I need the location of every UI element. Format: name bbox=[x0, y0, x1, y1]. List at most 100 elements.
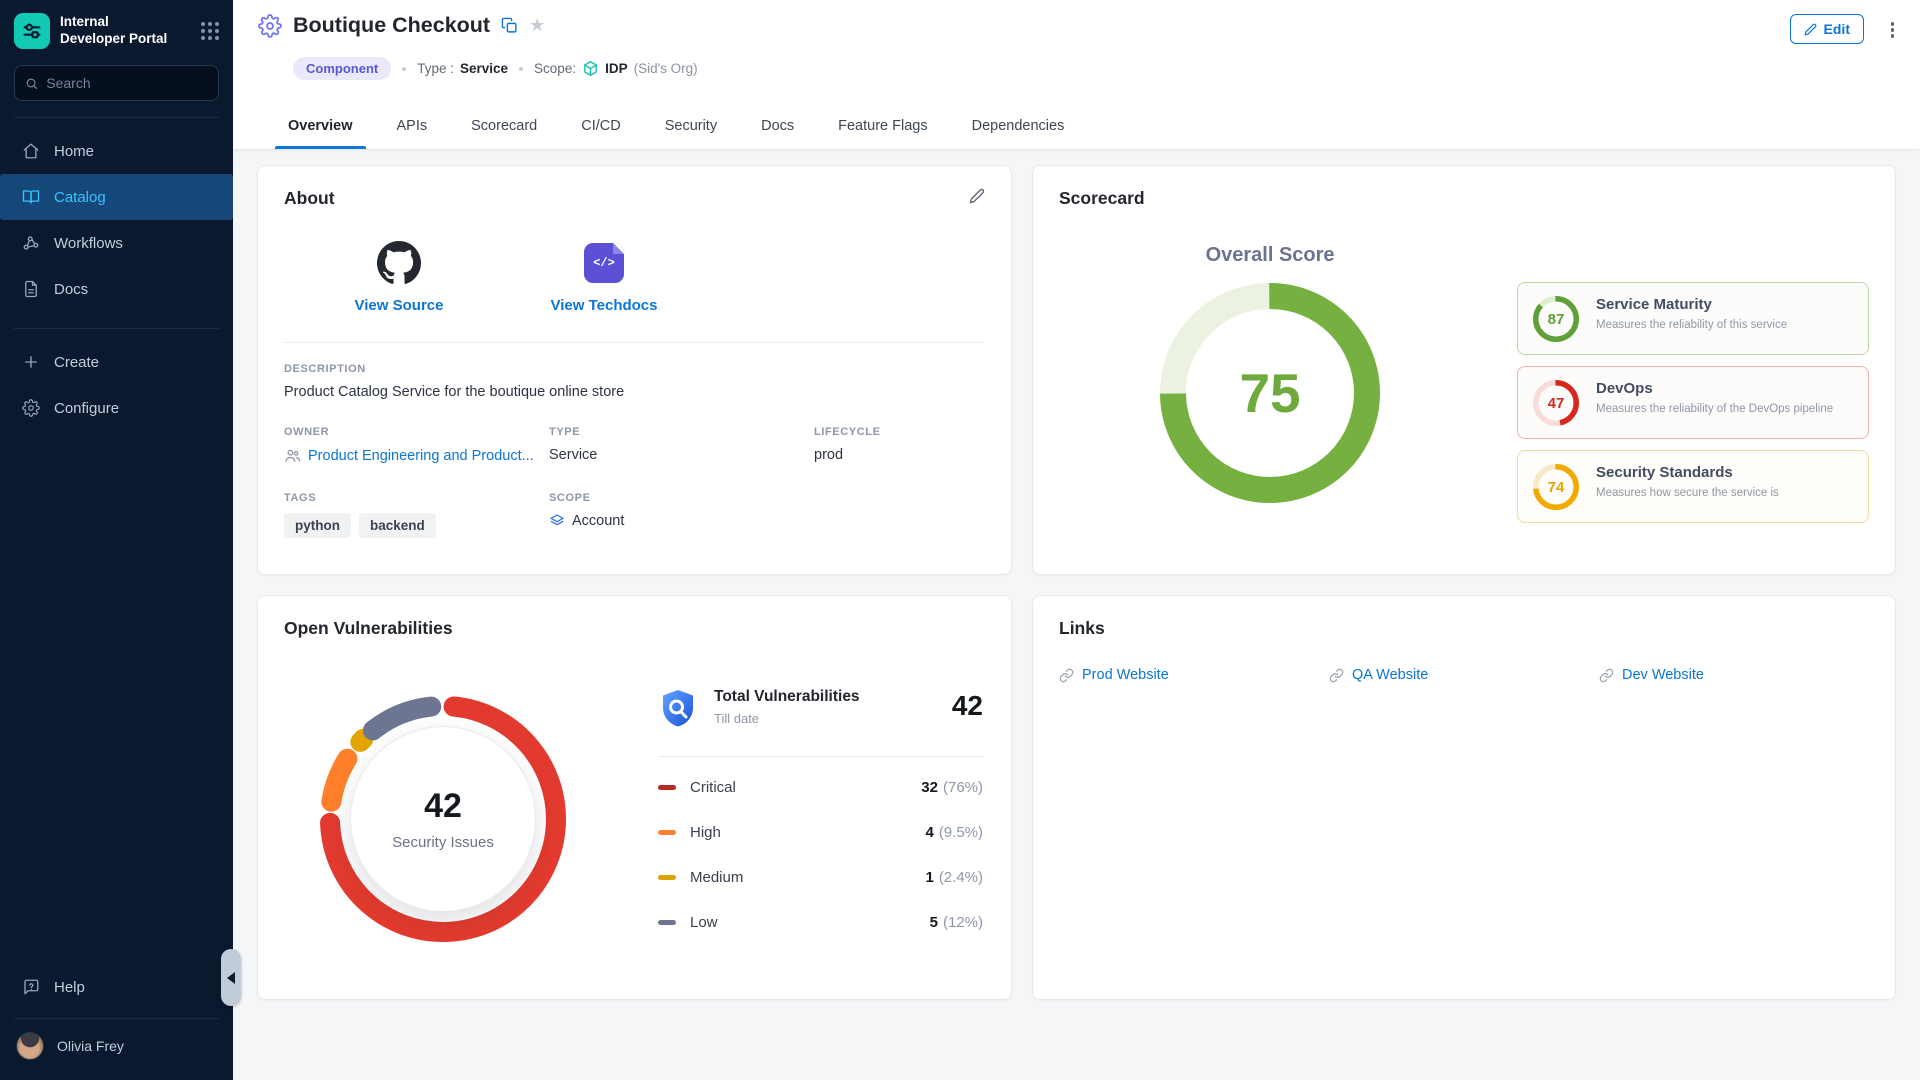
description-label: DESCRIPTION bbox=[284, 363, 985, 375]
link-icon bbox=[1599, 668, 1614, 683]
tab-cicd[interactable]: CI/CD bbox=[568, 105, 633, 149]
techdocs-icon: </> bbox=[584, 243, 624, 283]
total-vulnerabilities-title: Total Vulnerabilities bbox=[714, 688, 952, 706]
vuln-center-label: Security Issues bbox=[392, 834, 494, 851]
edit-about-icon[interactable] bbox=[969, 188, 985, 204]
link-dev-website[interactable]: Dev Website bbox=[1599, 667, 1869, 683]
vulnerabilities-title: Open Vulnerabilities bbox=[284, 618, 985, 639]
score-ring: 87 bbox=[1533, 296, 1579, 342]
scope-value: Account bbox=[549, 513, 814, 529]
overall-score-label: Overall Score bbox=[1033, 244, 1507, 267]
about-title: About bbox=[284, 188, 985, 209]
scorecard-title: Scorecard bbox=[1059, 188, 1869, 209]
sidebar-item-catalog[interactable]: Catalog bbox=[0, 174, 233, 220]
view-source-link[interactable]: View Source bbox=[334, 239, 464, 314]
tag-backend[interactable]: backend bbox=[359, 513, 436, 538]
type-value: Service bbox=[549, 447, 814, 463]
critical-dash-icon bbox=[658, 785, 676, 790]
edit-button[interactable]: Edit bbox=[1790, 14, 1864, 44]
links-card: Links Prod Website QA Website Dev Websit… bbox=[1032, 595, 1896, 1000]
tag-python[interactable]: python bbox=[284, 513, 351, 538]
pencil-icon bbox=[1804, 23, 1817, 36]
tab-docs[interactable]: Docs bbox=[748, 105, 807, 149]
app-logo-icon bbox=[14, 13, 50, 49]
app-switcher-icon[interactable] bbox=[201, 22, 219, 40]
user-name: Olivia Frey bbox=[57, 1038, 124, 1054]
search-input[interactable] bbox=[46, 75, 208, 91]
low-dash-icon bbox=[658, 920, 676, 925]
vuln-row-medium: Medium 1 (2.4%) bbox=[658, 855, 983, 900]
catalog-icon bbox=[22, 188, 40, 206]
vuln-row-high: High 4 (9.5%) bbox=[658, 810, 983, 855]
app-title: Internal Developer Portal bbox=[60, 14, 191, 48]
vuln-row-low: Low 5 (12%) bbox=[658, 900, 983, 945]
github-icon bbox=[377, 241, 421, 285]
layers-icon bbox=[549, 513, 565, 529]
type-label: TYPE bbox=[549, 426, 814, 438]
search-icon bbox=[25, 76, 38, 91]
total-vulnerabilities-value: 42 bbox=[952, 690, 983, 722]
home-icon bbox=[22, 142, 40, 160]
lifecycle-value: prod bbox=[814, 447, 985, 463]
copy-icon[interactable] bbox=[501, 17, 518, 34]
sidebar-item-workflows[interactable]: Workflows bbox=[0, 220, 233, 266]
sidebar-item-create[interactable]: Create bbox=[0, 339, 233, 385]
gear-icon bbox=[22, 399, 40, 417]
sidebar-item-home[interactable]: Home bbox=[0, 128, 233, 174]
tab-security[interactable]: Security bbox=[652, 105, 730, 149]
more-options-icon[interactable] bbox=[1889, 20, 1897, 40]
workflows-icon bbox=[22, 234, 40, 252]
link-prod-website[interactable]: Prod Website bbox=[1059, 667, 1329, 683]
sidebar-search[interactable] bbox=[14, 65, 219, 101]
owner-label: OWNER bbox=[284, 426, 549, 438]
people-icon bbox=[284, 447, 301, 464]
avatar bbox=[16, 1032, 44, 1060]
divider bbox=[284, 342, 985, 343]
user-menu[interactable]: Olivia Frey bbox=[0, 1019, 233, 1080]
tags-label: TAGS bbox=[284, 492, 549, 504]
score-ring: 47 bbox=[1533, 380, 1579, 426]
kind-badge: Component bbox=[293, 57, 391, 80]
sidebar: Internal Developer Portal Home Catalog W… bbox=[0, 0, 233, 1080]
chevron-left-icon bbox=[227, 972, 235, 984]
tab-dependencies[interactable]: Dependencies bbox=[959, 105, 1078, 149]
dot-separator bbox=[519, 67, 523, 71]
favorite-star-icon[interactable]: ★ bbox=[529, 15, 545, 36]
score-card-service-maturity[interactable]: 87 Service Maturity Measures the reliabi… bbox=[1517, 282, 1869, 355]
scope-label: SCOPE bbox=[549, 492, 814, 504]
lifecycle-label: LIFECYCLE bbox=[814, 426, 985, 438]
description-value: Product Catalog Service for the boutique… bbox=[284, 384, 985, 400]
tab-bar: Overview APIs Scorecard CI/CD Security D… bbox=[275, 105, 1095, 149]
total-vulnerabilities-sub: Till date bbox=[714, 711, 952, 726]
tab-overview[interactable]: Overview bbox=[275, 105, 366, 149]
help-icon bbox=[22, 978, 40, 996]
page-title: Boutique Checkout bbox=[293, 13, 490, 38]
score-card-security-standards[interactable]: 74 Security Standards Measures how secur… bbox=[1517, 450, 1869, 523]
vulnerabilities-donut: 42 Security Issues bbox=[320, 696, 566, 942]
sidebar-collapse-handle[interactable] bbox=[221, 949, 241, 1006]
scorecard-card: Scorecard Overall Score 75 87 Service Ma… bbox=[1032, 165, 1896, 575]
component-gear-icon bbox=[258, 14, 282, 38]
scope-meta: Scope: IDP (Sid's Org) bbox=[534, 60, 698, 77]
sidebar-item-docs[interactable]: Docs bbox=[0, 266, 233, 312]
divider bbox=[14, 328, 219, 329]
score-card-devops[interactable]: 47 DevOps Measures the reliability of th… bbox=[1517, 366, 1869, 439]
overall-score-donut: 75 bbox=[1160, 283, 1380, 503]
dot-separator bbox=[402, 67, 406, 71]
vulnerabilities-card: Open Vulnerabilities 42 Security Issues … bbox=[257, 595, 1012, 1000]
cube-icon bbox=[582, 60, 599, 77]
tab-feature-flags[interactable]: Feature Flags bbox=[825, 105, 940, 149]
view-techdocs-link[interactable]: </> View Techdocs bbox=[539, 239, 669, 314]
vuln-center-value: 42 bbox=[424, 787, 462, 826]
link-icon bbox=[1059, 668, 1074, 683]
shield-scan-icon bbox=[658, 688, 698, 732]
tab-apis[interactable]: APIs bbox=[384, 105, 441, 149]
about-card: About View Source </> View Techdocs DESC… bbox=[257, 165, 1012, 575]
sidebar-item-help[interactable]: Help bbox=[0, 964, 233, 1010]
owner-link[interactable]: Product Engineering and Product... bbox=[284, 447, 549, 464]
sidebar-item-configure[interactable]: Configure bbox=[0, 385, 233, 431]
overall-score-value: 75 bbox=[1160, 283, 1380, 503]
link-qa-website[interactable]: QA Website bbox=[1329, 667, 1599, 683]
medium-dash-icon bbox=[658, 875, 676, 880]
tab-scorecard[interactable]: Scorecard bbox=[458, 105, 550, 149]
